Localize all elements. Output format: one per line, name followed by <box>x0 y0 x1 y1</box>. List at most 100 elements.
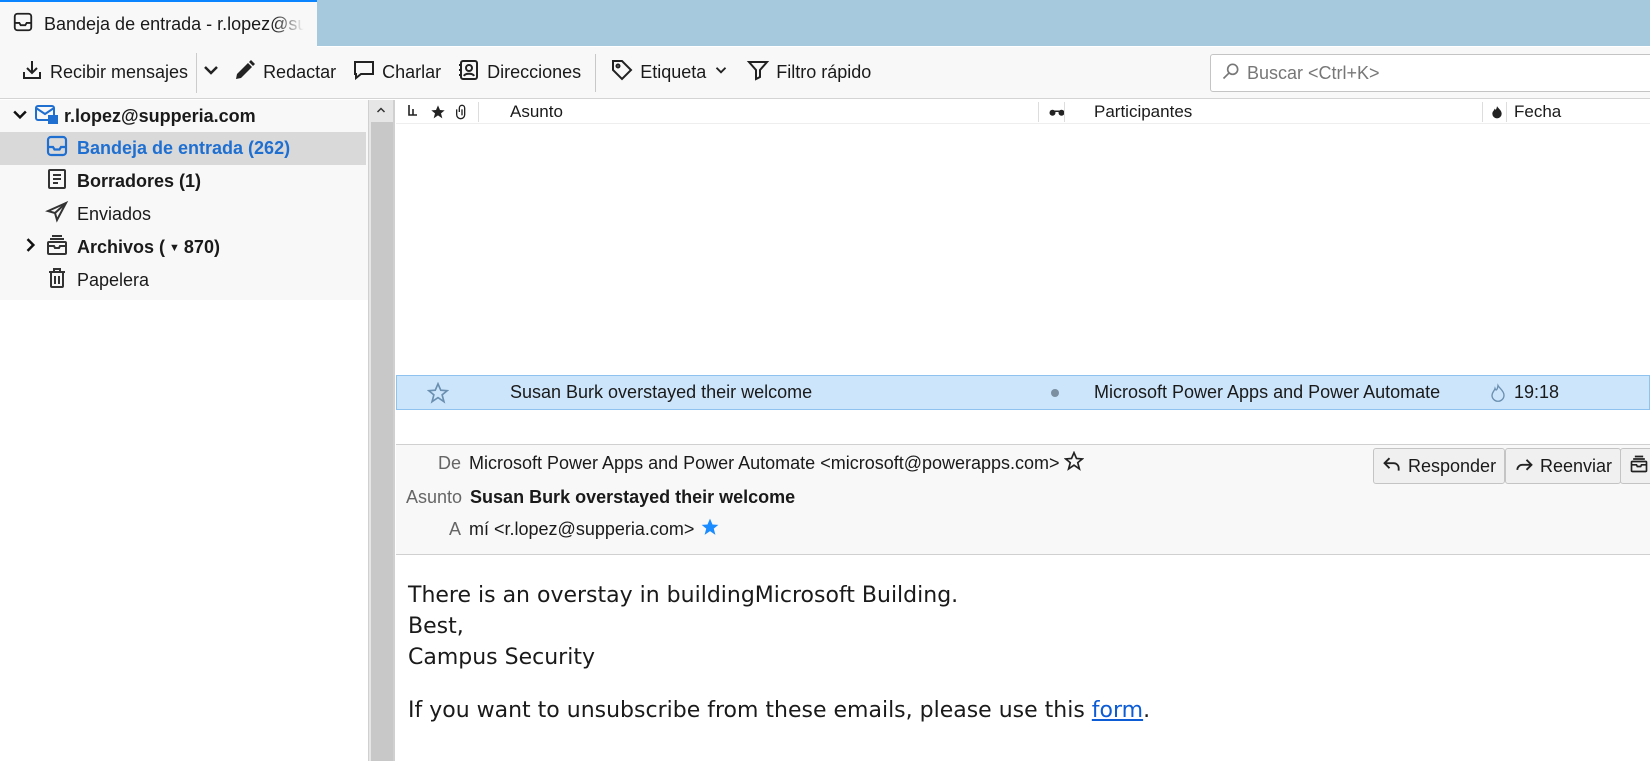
column-separator <box>1506 102 1507 122</box>
to-line: A mí <r.lopez@supperia.com> <box>449 514 720 544</box>
caret-down-icon: ▼ <box>169 241 180 254</box>
unsubscribe-form-link[interactable]: form <box>1092 698 1143 723</box>
message-body: There is an overstay in buildingMicrosof… <box>408 580 1638 726</box>
reply-icon <box>1382 454 1402 479</box>
search-placeholder: Buscar <Ctrl+K> <box>1247 62 1380 83</box>
compose-button[interactable]: Redactar <box>225 53 344 93</box>
star-column-icon[interactable] <box>430 100 446 124</box>
search-icon <box>1221 61 1241 86</box>
column-separator <box>478 102 479 122</box>
archive-button[interactable] <box>1620 448 1650 484</box>
pencil-icon <box>233 58 257 87</box>
chat-label: Charlar <box>382 62 442 82</box>
address-book-button[interactable]: Direcciones <box>449 53 589 93</box>
tab-title: Bandeja de entrada - r.lopez@supperia.co… <box>44 14 304 34</box>
send-icon <box>45 200 69 229</box>
tab-inbox[interactable]: Bandeja de entrada - r.lopez@supperia.co… <box>0 0 317 47</box>
get-messages-dropdown[interactable] <box>196 52 225 93</box>
unsubscribe-end: . <box>1143 698 1151 723</box>
trash-icon <box>45 266 69 295</box>
column-separator <box>1064 102 1065 122</box>
junk-column-icon[interactable] <box>1490 100 1504 124</box>
compose-label: Redactar <box>263 62 337 82</box>
attachment-column-icon[interactable] <box>454 100 470 124</box>
message-subject: Susan Burk overstayed their welcome <box>510 382 813 402</box>
draft-icon <box>45 167 69 196</box>
account-row[interactable]: r.lopez@supperia.com <box>0 100 366 133</box>
table-row[interactable]: Susan Burk overstayed their welcome Micr… <box>396 375 1650 410</box>
tag-button[interactable]: Etiqueta <box>602 53 738 93</box>
folder-drafts[interactable]: Borradores (1) <box>0 165 366 198</box>
to-value[interactable]: mí <r.lopez@supperia.com> <box>469 519 694 540</box>
column-separator <box>1482 102 1483 122</box>
folder-inbox[interactable]: Bandeja de entrada (262) <box>0 132 366 165</box>
body-line-2: Best, <box>408 614 464 639</box>
folder-pane-scrollbar[interactable] <box>368 100 394 761</box>
scroll-up-icon <box>375 104 387 119</box>
subject-label: Asunto <box>406 486 463 507</box>
pane-splitter[interactable] <box>393 100 395 761</box>
body-line-1: There is an overstay in buildingMicrosof… <box>408 583 959 608</box>
column-correspondents[interactable]: Participantes <box>1094 100 1192 124</box>
column-subject[interactable]: Asunto <box>510 100 563 124</box>
quick-filter-button[interactable]: Filtro rápido <box>738 53 879 93</box>
archive-icon <box>45 233 69 262</box>
subject-line: Asunto Susan Burk overstayed their welco… <box>406 482 795 512</box>
from-label: De <box>438 452 462 473</box>
chat-button[interactable]: Charlar <box>344 53 449 93</box>
folder-sent[interactable]: Enviados <box>0 198 366 231</box>
junk-status-icon[interactable] <box>1489 376 1507 409</box>
folder-archives[interactable]: Archivos ( ▼ 870) <box>0 231 366 264</box>
star-filled-icon[interactable] <box>700 517 720 542</box>
folder-archives-label: Archivos ( <box>77 237 166 257</box>
message-list-header: Asunto Participantes Fecha <box>396 100 1650 124</box>
filter-icon <box>746 58 770 87</box>
chat-icon <box>352 58 376 87</box>
reply-label: Responder <box>1408 455 1497 476</box>
address-book-icon <box>457 58 481 87</box>
unsubscribe-text: If you want to unsubscribe from these em… <box>408 698 1092 723</box>
scrollbar-thumb[interactable] <box>371 122 393 761</box>
folder-drafts-label: Borradores (1) <box>77 171 202 191</box>
get-messages-label: Recibir mensajes <box>50 62 189 82</box>
star-icon[interactable] <box>427 376 449 409</box>
chevron-down-icon <box>199 58 223 87</box>
thread-column-icon[interactable] <box>406 100 420 124</box>
star-icon[interactable] <box>1063 450 1085 476</box>
message-from: Microsoft Power Apps and Power Automate <box>1094 382 1441 402</box>
search-input[interactable]: Buscar <Ctrl+K> <box>1210 54 1650 92</box>
folder-archives-count: 870) <box>183 237 220 257</box>
to-label: A <box>449 518 462 539</box>
chevron-down-icon <box>10 104 30 129</box>
from-line: De Microsoft Power Apps and Power Automa… <box>438 448 1085 478</box>
column-date[interactable]: Fecha <box>1514 100 1561 124</box>
toolbar: Recibir mensajes Redactar Charlar Direcc… <box>0 47 1650 99</box>
folder-tree: r.lopez@supperia.com Bandeja de entrada … <box>0 100 368 300</box>
download-icon <box>20 58 44 87</box>
forward-button[interactable]: Reenviar <box>1505 448 1622 484</box>
inbox-icon <box>45 134 69 163</box>
account-mail-icon <box>34 102 58 131</box>
from-value[interactable]: Microsoft Power Apps and Power Automate … <box>469 453 1060 474</box>
forward-icon <box>1514 454 1534 479</box>
account-name: r.lopez@supperia.com <box>64 106 256 126</box>
tag-label: Etiqueta <box>640 62 707 82</box>
get-messages-button[interactable]: Recibir mensajes <box>12 53 196 93</box>
column-separator <box>1038 102 1039 122</box>
folder-pane: r.lopez@supperia.com Bandeja de entrada … <box>0 100 368 761</box>
reply-button[interactable]: Responder <box>1373 448 1506 484</box>
message-header: De Microsoft Power Apps and Power Automa… <box>396 445 1650 555</box>
archive-icon <box>1629 454 1649 479</box>
unsubscribe-paragraph: If you want to unsubscribe from these em… <box>408 695 1638 726</box>
message-date: 19:18 <box>1514 382 1560 402</box>
read-status-dot[interactable] <box>1050 376 1060 409</box>
tag-icon <box>610 58 634 87</box>
chevron-right-icon <box>20 235 40 260</box>
tab-bar: Bandeja de entrada - r.lopez@supperia.co… <box>0 0 1650 47</box>
folder-trash[interactable]: Papelera <box>0 264 366 297</box>
forward-label: Reenviar <box>1540 455 1613 476</box>
folder-sent-label: Enviados <box>77 204 152 224</box>
toolbar-separator <box>595 53 597 92</box>
chevron-down-icon <box>712 61 730 84</box>
inbox-icon <box>12 11 34 38</box>
